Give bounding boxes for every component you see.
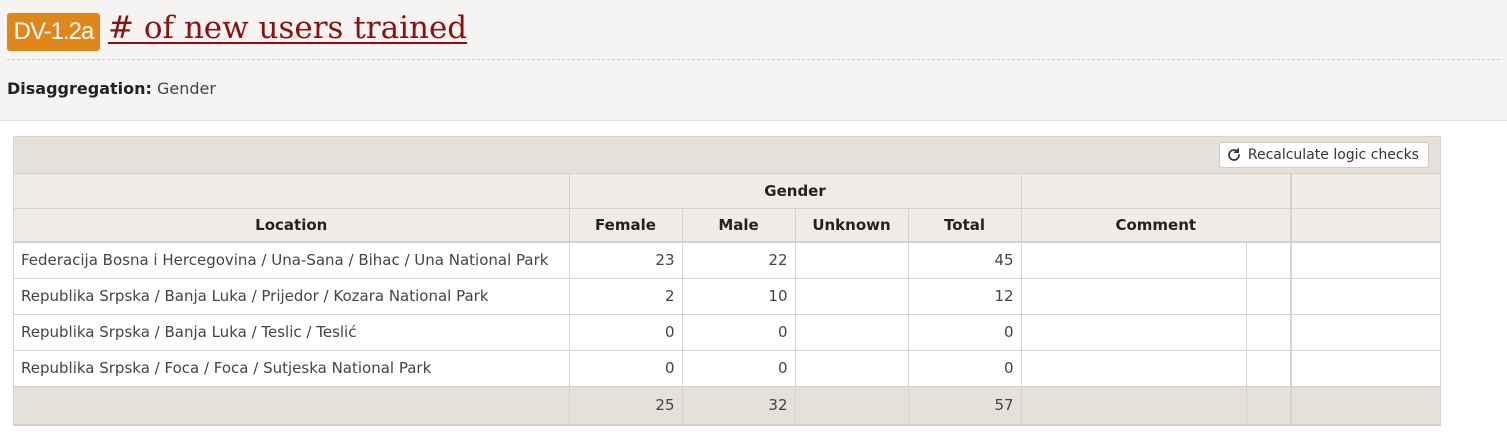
data-grid: Recalculate logic checks Gender Location… [13, 136, 1441, 426]
location-cell: Republika Srpska / Foca / Foca / Sutjesk… [14, 349, 570, 387]
male-cell[interactable]: 22 [681, 241, 796, 279]
disaggregation-info: Disaggregation: Gender [7, 79, 216, 98]
total-female-cell: 25 [568, 386, 683, 425]
male-cell[interactable]: 0 [681, 313, 796, 351]
total-total-cell: 57 [907, 386, 1022, 425]
table-row: Republika Srpska / Foca / Foca / Sutjesk… [14, 349, 1441, 387]
total-cell: 0 [907, 349, 1022, 387]
column-header-total: Total [907, 207, 1022, 243]
comment-cell[interactable] [1020, 241, 1247, 279]
comment-action-cell[interactable] [1245, 241, 1292, 279]
comment-cell[interactable] [1020, 349, 1247, 387]
location-cell: Republika Srpska / Banja Luka / Prijedor… [14, 277, 570, 315]
extra-cell [1290, 349, 1441, 387]
extra-cell [1290, 313, 1441, 351]
total-unknown-cell [794, 386, 909, 425]
grid-toolbar: Recalculate logic checks [14, 137, 1440, 174]
female-cell[interactable]: 0 [568, 349, 683, 387]
table-row: Republika Srpska / Banja Luka / Teslic /… [14, 313, 1441, 351]
unknown-cell[interactable] [794, 313, 909, 351]
unknown-cell[interactable] [794, 277, 909, 315]
recalculate-label: Recalculate logic checks [1247, 147, 1419, 163]
header-spacer-comment [1020, 174, 1292, 209]
female-cell[interactable]: 2 [568, 277, 683, 315]
comment-action-cell[interactable] [1245, 313, 1292, 351]
totals-row: 25 32 57 [14, 386, 1441, 425]
table-row: Republika Srpska / Banja Luka / Prijedor… [14, 277, 1441, 315]
comment-cell[interactable] [1020, 277, 1247, 315]
recalculate-logic-checks-button[interactable]: Recalculate logic checks [1218, 142, 1429, 168]
header-divider [7, 59, 1500, 60]
unknown-cell[interactable] [794, 241, 909, 279]
column-header-unknown: Unknown [794, 207, 909, 243]
header-spacer-extra [1290, 174, 1441, 209]
indicator-code-badge: DV-1.2a [7, 13, 100, 51]
totals-action-cell [1245, 386, 1292, 425]
total-cell: 12 [907, 277, 1022, 315]
location-cell: Republika Srpska / Banja Luka / Teslic /… [14, 313, 570, 351]
totals-comment-cell [1020, 386, 1247, 425]
unknown-cell[interactable] [794, 349, 909, 387]
column-header-male: Male [681, 207, 796, 243]
totals-label-cell [14, 386, 570, 425]
column-header-comment: Comment [1020, 207, 1292, 243]
header-spacer-location [14, 174, 570, 209]
column-header-location: Location [14, 207, 570, 243]
column-header-extra [1290, 207, 1441, 243]
disaggregation-value: Gender [157, 79, 216, 98]
totals-extra-cell [1290, 386, 1441, 425]
comment-cell[interactable] [1020, 313, 1247, 351]
total-male-cell: 32 [681, 386, 796, 425]
disaggregation-label: Disaggregation: [7, 79, 152, 98]
indicator-header: DV-1.2a # of new users trained Disaggreg… [0, 0, 1507, 121]
location-cell: Federacija Bosna i Hercegovina / Una-San… [14, 241, 570, 279]
total-cell: 0 [907, 313, 1022, 351]
comment-action-cell[interactable] [1245, 277, 1292, 315]
male-cell[interactable]: 10 [681, 277, 796, 315]
extra-cell [1290, 277, 1441, 315]
total-cell: 45 [907, 241, 1022, 279]
comment-action-cell[interactable] [1245, 349, 1292, 387]
column-header-female: Female [568, 207, 683, 243]
indicator-title-link[interactable]: # of new users trained [108, 10, 467, 46]
female-cell[interactable]: 0 [568, 313, 683, 351]
extra-cell [1290, 241, 1441, 279]
disaggregation-table: Gender Location Female Male Unknown Tota… [14, 174, 1441, 425]
refresh-icon [1228, 147, 1240, 161]
table-row: Federacija Bosna i Hercegovina / Una-San… [14, 241, 1441, 279]
gender-group-header: Gender [568, 174, 1022, 209]
male-cell[interactable]: 0 [681, 349, 796, 387]
female-cell[interactable]: 23 [568, 241, 683, 279]
